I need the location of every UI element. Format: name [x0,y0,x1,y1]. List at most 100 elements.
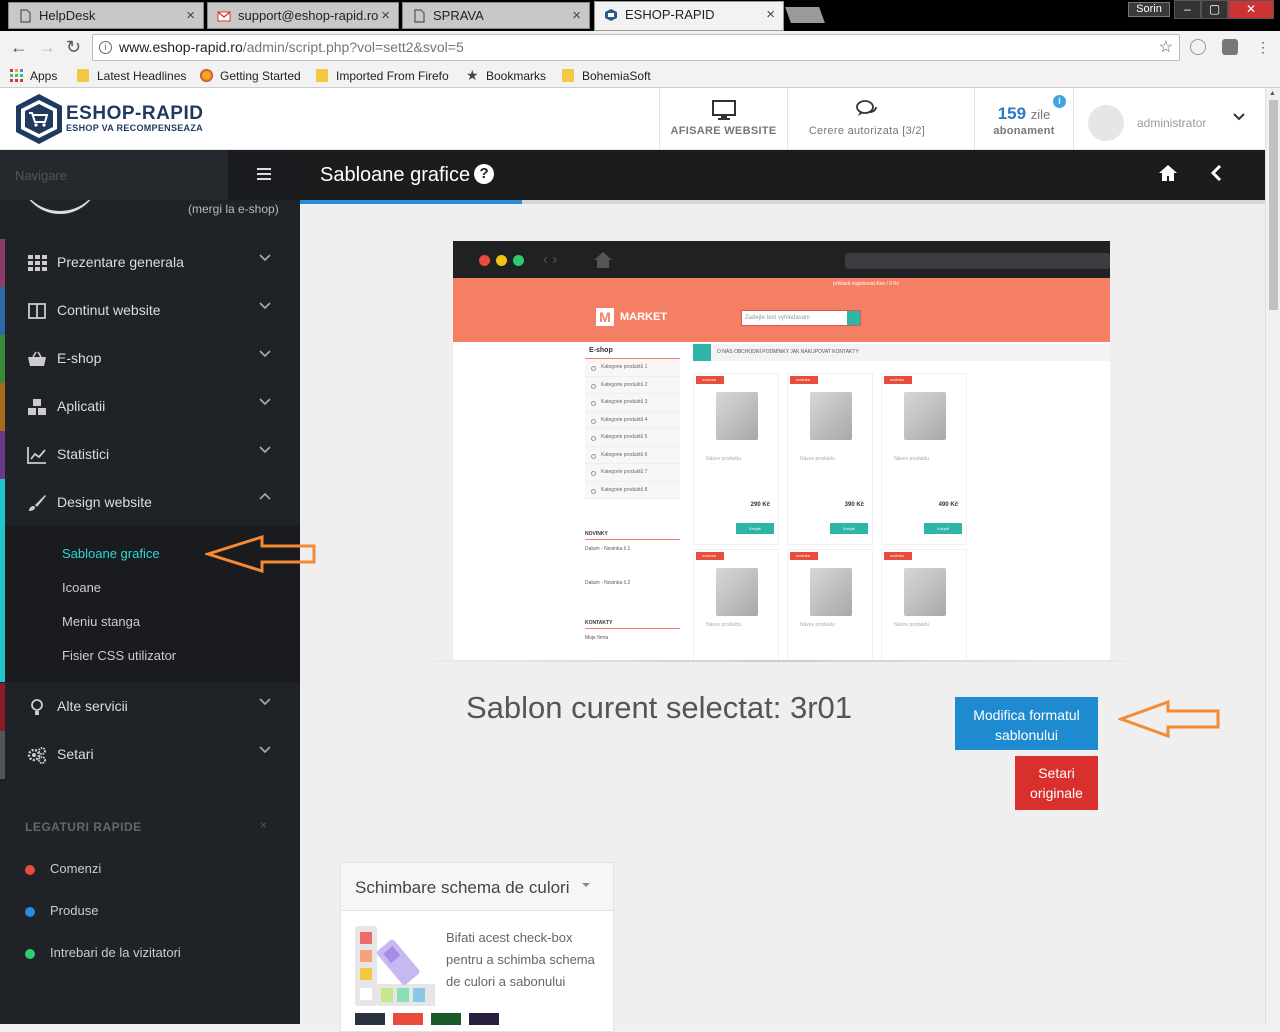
color-swatch[interactable] [431,1013,461,1025]
sidebar-item-prezentare-generala[interactable]: Prezentare generala [0,239,300,287]
preview-buy-button: Koupit [736,523,774,534]
scroll-up-icon[interactable]: ▲ [1269,90,1276,97]
preview-product-card: novinka Název produktu 390 Kč Koupit [787,373,873,545]
close-icon[interactable]: × [572,3,581,28]
url-input[interactable]: i www.eshop-rapid.ro/admin/script.php?vo… [92,34,1180,61]
new-tab-button[interactable] [785,7,825,23]
bookmark-apps[interactable]: Apps [10,68,57,84]
avatar[interactable] [1088,105,1124,141]
preview-category: Kategorie produktů 7 [585,464,680,482]
template-preview[interactable]: ‹ › prihlasit registrovat Kos / 0 Kc M M… [453,241,1110,660]
preview-price: 290 Kč [750,502,770,508]
quick-link-produse[interactable]: Produse [25,903,98,918]
sidebar-item-alte-servicii[interactable]: Alte servicii [0,683,300,731]
minimize-button[interactable]: – [1174,0,1201,19]
maximize-button[interactable]: ▢ [1201,0,1228,19]
bookmark-star-icon[interactable]: ☆ [1159,35,1173,60]
color-swatch[interactable] [393,1013,423,1025]
document-icon [414,9,425,23]
reload-icon[interactable]: ↻ [66,37,81,58]
help-icon[interactable]: ? [474,164,495,184]
view-website-button[interactable]: AFISARE WEBSITE [659,88,787,149]
home-icon[interactable] [1158,164,1178,182]
preview-category: Kategorie produktů 4 [585,411,680,429]
go-to-eshop-link[interactable]: (mergi la e-shop) [188,202,279,216]
tab-sprava[interactable]: SPRAVA × [402,2,590,29]
extension-icon[interactable] [1190,39,1206,55]
forward-arrow-icon[interactable]: → [38,37,56,58]
admin-name[interactable]: administrator [1137,116,1206,130]
status-dot-icon [25,907,35,917]
sidebar-subitem-fisier-css[interactable]: Fisier CSS utilizator [62,648,176,663]
sidebar-item-continut-website[interactable]: Continut website [0,287,300,335]
page-title-text: Sabloane grafice [320,164,471,186]
close-icon[interactable]: × [381,3,390,28]
chevron-down-icon [259,302,271,310]
sidebar-subitem-icoane[interactable]: Icoane [62,580,101,595]
bookmark-bookmarks[interactable]: ★ Bookmarks [466,68,546,84]
preview-product-card: novinka Název produktu 290 Kč Koupit [693,373,779,545]
extension-s-icon[interactable] [1222,39,1238,55]
sidebar-item-e-shop[interactable]: E-shop [0,335,300,383]
preview-product-name: Název produktu [894,622,930,628]
menu-dots-icon[interactable]: ⋮ [1256,39,1270,56]
sidebar-item-statistici[interactable]: Statistici [0,431,300,479]
sidebar-subitem-meniu-stanga[interactable]: Meniu stanga [62,614,140,629]
sidebar-item-design-website[interactable]: Design website [0,479,300,527]
chevron-down-icon [259,398,271,406]
color-swatch[interactable] [355,1013,385,1025]
close-icon[interactable]: × [260,818,267,832]
close-icon[interactable]: × [766,2,775,27]
apps-grid-icon [10,69,23,82]
preview-category: Kategorie produktů 5 [585,429,680,447]
bookmark-latest-headlines[interactable]: Latest Headlines [77,68,186,84]
app-header: ESHOP-RAPID ESHOP VA RECOMPENSEAZA AFISA… [0,88,1265,150]
hamburger-icon[interactable] [257,168,271,180]
menu-label: Statistici [57,446,110,462]
preview-badge: novinka [696,376,724,384]
close-window-button[interactable]: ✕ [1228,0,1274,19]
tab-helpdesk[interactable]: HelpDesk × [8,2,204,29]
color-palette-icon [355,926,435,1006]
info-icon[interactable]: i [99,41,112,54]
preview-left-head: E-shop [585,344,680,359]
close-icon[interactable]: × [186,3,195,28]
columns-icon [28,303,46,319]
preview-badge: novinka [790,552,818,560]
tab-support-mail[interactable]: support@eshop-rapid.ro × [207,2,399,29]
chevron-down-icon[interactable] [1233,111,1245,121]
preview-product-card: novinka Název produktu [881,549,967,660]
eshop-logo-icon[interactable] [14,93,64,145]
preview-price: 390 Kč [844,502,864,508]
sidebar-subitem-sabloane-grafice[interactable]: Sabloane grafice [62,546,160,561]
bookmark-bohemiasoft[interactable]: BohemiaSoft [562,68,651,84]
modify-template-button[interactable]: Modifica formatul sablonului [955,697,1098,750]
tab-eshop-rapid[interactable]: ESHOP-RAPID × [594,1,784,31]
sidebar-search-input[interactable]: Navigare [0,150,228,200]
chevron-left-icon[interactable] [1210,165,1222,181]
profile-badge[interactable]: Sorin [1128,2,1170,17]
quick-link-comenzi[interactable]: Comenzi [25,861,101,876]
sidebar-item-aplicatii[interactable]: Aplicatii [0,383,300,431]
quick-link-label: Comenzi [50,861,102,876]
page-scrollbar[interactable]: ▲ [1265,88,1280,1024]
preview-yellow-dot [496,255,507,266]
quick-link-intrebari[interactable]: Intrebari de la vizitatori [25,945,181,960]
reset-settings-button[interactable]: Setari originale [1015,756,1098,810]
info-icon[interactable]: i [1053,95,1066,108]
color-swatch[interactable] [469,1013,499,1025]
menu-label: Continut website [57,302,161,318]
color-panel-header[interactable]: Schimbare schema de culori [341,863,613,911]
scrollbar-thumb[interactable] [1269,100,1278,310]
bookmark-imported[interactable]: Imported From Firefo [316,68,449,84]
preview-url-bar [845,253,1110,269]
sidebar-item-setari[interactable]: Setari [0,731,300,779]
basket-icon [28,351,46,366]
subscription-counter[interactable]: 159 zile i abonament [974,88,1073,149]
auth-request-button[interactable]: Cerere autorizata [3/2] [787,88,946,149]
auth-request-label: Cerere autorizata [3/2] [808,125,926,137]
back-arrow-icon[interactable]: ← [10,37,28,58]
bookmark-getting-started[interactable]: Getting Started [200,68,301,84]
folder-icon [562,69,574,82]
preview-product-name: Název produktu [800,622,836,628]
